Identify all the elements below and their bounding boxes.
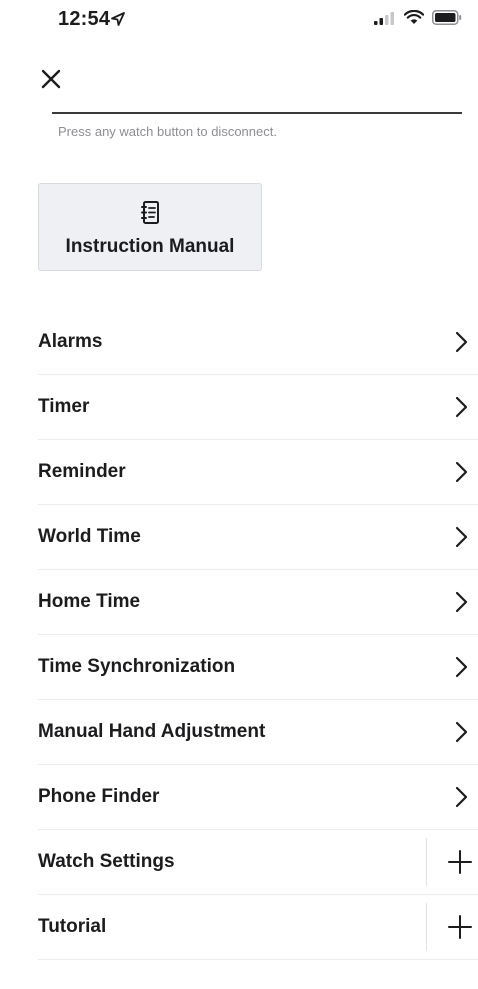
instruction-manual-button[interactable]: Instruction Manual xyxy=(38,183,262,271)
menu-item-time-synchronization[interactable]: Time Synchronization xyxy=(38,635,478,700)
location-arrow-icon xyxy=(111,12,125,26)
expand-button[interactable] xyxy=(426,895,478,959)
menu-item-label: World Time xyxy=(38,526,141,547)
top-divider xyxy=(52,112,462,114)
status-icons xyxy=(374,10,462,25)
menu-item-label: Tutorial xyxy=(38,916,107,937)
close-button[interactable] xyxy=(38,66,66,94)
chevron-right-icon xyxy=(455,786,468,808)
battery-icon xyxy=(432,10,462,25)
disconnect-hint: Press any watch button to disconnect. xyxy=(58,124,277,139)
manual-icon xyxy=(141,201,159,224)
expand-separator xyxy=(426,903,427,951)
menu-item-label: Home Time xyxy=(38,591,141,612)
menu-item-manual-hand-adjustment[interactable]: Manual Hand Adjustment xyxy=(38,700,478,765)
expand-button[interactable] xyxy=(426,830,478,894)
expand-separator xyxy=(426,838,427,886)
settings-menu: Alarms Timer Reminder World Time Home Ti… xyxy=(38,310,478,960)
plus-icon xyxy=(448,850,472,874)
menu-item-reminder[interactable]: Reminder xyxy=(38,440,478,505)
status-time: 12:54 xyxy=(58,8,111,30)
chevron-right-icon xyxy=(455,656,468,678)
chevron-right-icon xyxy=(455,591,468,613)
menu-item-label: Watch Settings xyxy=(38,851,175,872)
menu-item-watch-settings[interactable]: Watch Settings xyxy=(38,830,478,895)
menu-item-label: Timer xyxy=(38,396,90,417)
menu-item-tutorial[interactable]: Tutorial xyxy=(38,895,478,960)
menu-item-label: Alarms xyxy=(38,331,103,352)
menu-item-alarms[interactable]: Alarms xyxy=(38,310,478,375)
menu-item-label: Phone Finder xyxy=(38,786,160,807)
status-bar: 12:54 xyxy=(0,0,478,40)
signal-icon xyxy=(374,11,394,25)
close-icon xyxy=(41,69,61,89)
menu-item-label: Manual Hand Adjustment xyxy=(38,721,266,742)
chevron-right-icon xyxy=(455,526,468,548)
menu-item-label: Time Synchronization xyxy=(38,656,236,677)
menu-item-phone-finder[interactable]: Phone Finder xyxy=(38,765,478,830)
menu-item-home-time[interactable]: Home Time xyxy=(38,570,478,635)
chevron-right-icon xyxy=(455,331,468,353)
app-screen: 12:54 Press any watch button to disconne… xyxy=(0,0,478,989)
instruction-manual-label: Instruction Manual xyxy=(65,236,235,257)
chevron-right-icon xyxy=(455,721,468,743)
plus-icon xyxy=(448,915,472,939)
menu-item-world-time[interactable]: World Time xyxy=(38,505,478,570)
menu-item-label: Reminder xyxy=(38,461,126,482)
menu-item-timer[interactable]: Timer xyxy=(38,375,478,440)
chevron-right-icon xyxy=(455,461,468,483)
wifi-icon xyxy=(404,10,424,24)
chevron-right-icon xyxy=(455,396,468,418)
